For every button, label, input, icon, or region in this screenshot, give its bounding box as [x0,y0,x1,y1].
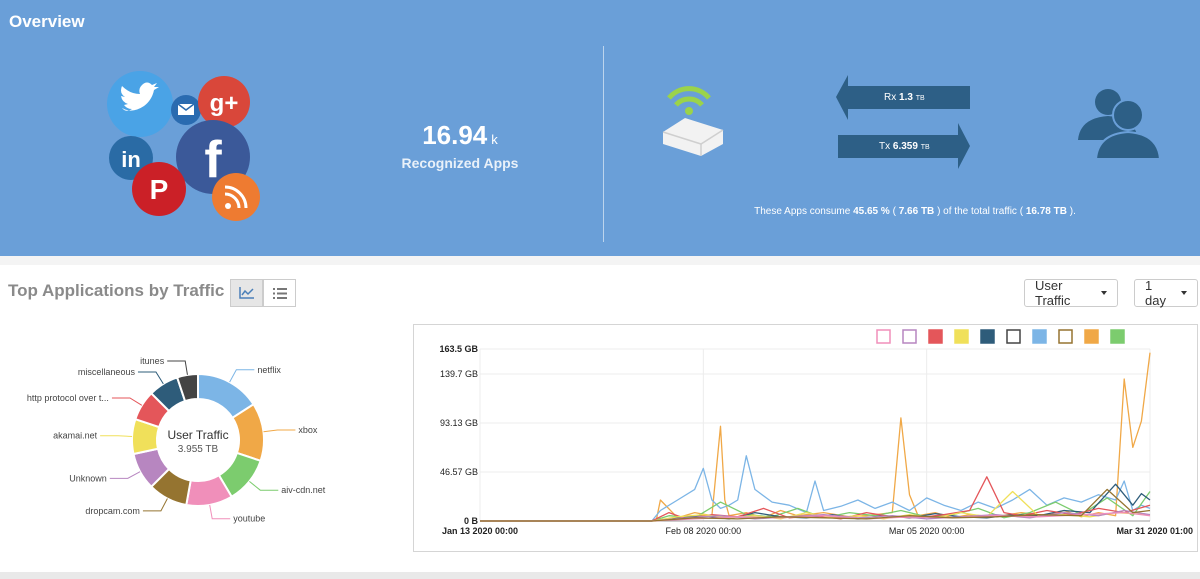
rx-unit: TB [915,95,925,102]
traffic-arrows [836,75,970,169]
tx-readout: Tx 6.359 TB [879,141,930,152]
x-tick-label: Mar 31 2020 01:00 [1116,526,1193,536]
section-title: Top Applications by Traffic [8,281,225,300]
period-label: 1 day [1145,278,1166,308]
legend-swatch[interactable] [980,329,995,344]
legend-swatch[interactable] [928,329,943,344]
traffic-type-dropdown[interactable]: User Traffic [1024,278,1118,308]
donut-leader-line [137,371,164,385]
donut-leader-line [263,429,296,433]
list-icon [272,287,287,299]
legend-swatch[interactable] [902,329,917,344]
legend-swatch[interactable] [876,329,891,344]
svg-text:g+: g+ [210,90,239,117]
donut-leader-line [167,360,188,375]
consume-percent: 45.65 % [853,206,890,217]
bottom-strip [0,572,1200,579]
y-tick-label: 0 B [464,516,479,526]
google-plus-icon: g+ [198,76,250,128]
line-chart-svg: 0 B 46.57 GB 93.13 GB 139.7 GB 163.5 GB Jan … [439,329,1193,536]
donut-label: xbox [298,425,318,435]
donut-center-label: User Traffic [167,428,228,442]
y-tick-label: 139.7 GB [440,369,478,379]
donut-label: netflix [257,365,281,375]
y-tick-label: 93.13 GB [440,418,478,428]
donut-label: itunes [140,356,165,366]
svg-text:in: in [121,147,141,172]
mail-icon [171,95,201,125]
donut-leader-line [100,435,133,437]
tx-label: Tx [879,141,891,152]
donut-center-value: 3.955 TB [178,444,219,455]
donut-leader-line [109,471,141,479]
donut-leader-line [229,369,255,383]
caret-down-icon [1181,291,1187,295]
donut-label: Unknown [69,473,107,483]
donut-label: dropcam.com [85,506,140,516]
y-tick-label: 163.5 GB [439,344,478,354]
rx-readout: Rx 1.3 TB [884,92,925,103]
consumption-summary: These Apps consume 45.65 % ( 7.66 TB ) o… [640,206,1190,217]
top-applications-panel: Top Applications by Traffic User Traffic… [0,265,1200,572]
tx-value: 6.359 [892,141,918,152]
user-traffic-donut: netflix xbox aiv-cdn.net youtube dropcam.com… [27,356,326,524]
list-view-button[interactable] [263,279,296,307]
rx-value: 1.3 [899,92,913,103]
legend-swatch[interactable] [954,329,969,344]
donut-leader-line [209,504,231,520]
overview-divider [603,46,604,242]
series-line [480,352,1151,522]
donut-label: youtube [233,514,265,524]
tx-unit: TB [920,144,930,151]
legend-swatch[interactable] [1084,329,1099,344]
legend-swatch[interactable] [1110,329,1125,344]
donut-label: akamai.net [53,431,98,441]
svg-text:P: P [150,174,169,205]
donut-leader-line [142,498,168,512]
pinterest-icon: P [132,162,186,216]
consume-total: 16.78 TB [1025,206,1067,217]
line-chart-icon [238,287,254,299]
rx-label: Rx [884,92,897,103]
apps-count-unit: k [491,132,498,147]
twitter-icon [107,71,173,137]
legend-swatch[interactable] [1032,329,1047,344]
consume-prefix: These Apps consume [754,206,851,217]
recognized-apps-count: 16.94 k [380,120,540,151]
users-icon [1078,89,1162,160]
caret-down-icon [1101,291,1107,295]
donut-leader-line [111,397,143,406]
consume-paren-open: ( [892,206,896,217]
rss-icon [212,173,260,221]
consume-mid-text: ) of the total traffic ( [937,206,1024,217]
x-tick-label: Feb 08 2020 00:00 [666,526,742,536]
period-dropdown[interactable]: 1 day [1134,278,1198,308]
x-tick-label: Mar 05 2020 00:00 [889,526,965,536]
y-tick-label: 46.57 GB [440,467,478,477]
legend-swatch[interactable] [1006,329,1021,344]
legend-swatch[interactable] [1058,329,1073,344]
traffic-line-chart: 0 B 46.57 GB 93.13 GB 139.7 GB 163.5 GB Jan … [413,324,1198,552]
chart-view-button[interactable] [230,279,263,307]
consume-amount: 7.66 TB [898,206,935,217]
donut-label: aiv-cdn.net [281,485,326,495]
recognized-apps-label: Recognized Apps [401,155,519,171]
overview-banner: Overview g+ in f P 16.94 k Recognized Ap… [0,0,1200,256]
donut-label: http protocol over t... [27,393,109,403]
consume-suffix: ). [1069,206,1076,217]
traffic-type-label: User Traffic [1035,278,1071,308]
x-tick-label: Jan 13 2020 00:00 [442,526,518,536]
social-apps-cluster: g+ in f P [107,71,260,221]
apps-count-value: 16.94 [422,120,488,150]
overview-title: Overview [9,12,85,31]
donut-leader-line [249,481,279,491]
donut-label: miscellaneous [78,367,136,377]
access-point-icon [662,86,724,156]
